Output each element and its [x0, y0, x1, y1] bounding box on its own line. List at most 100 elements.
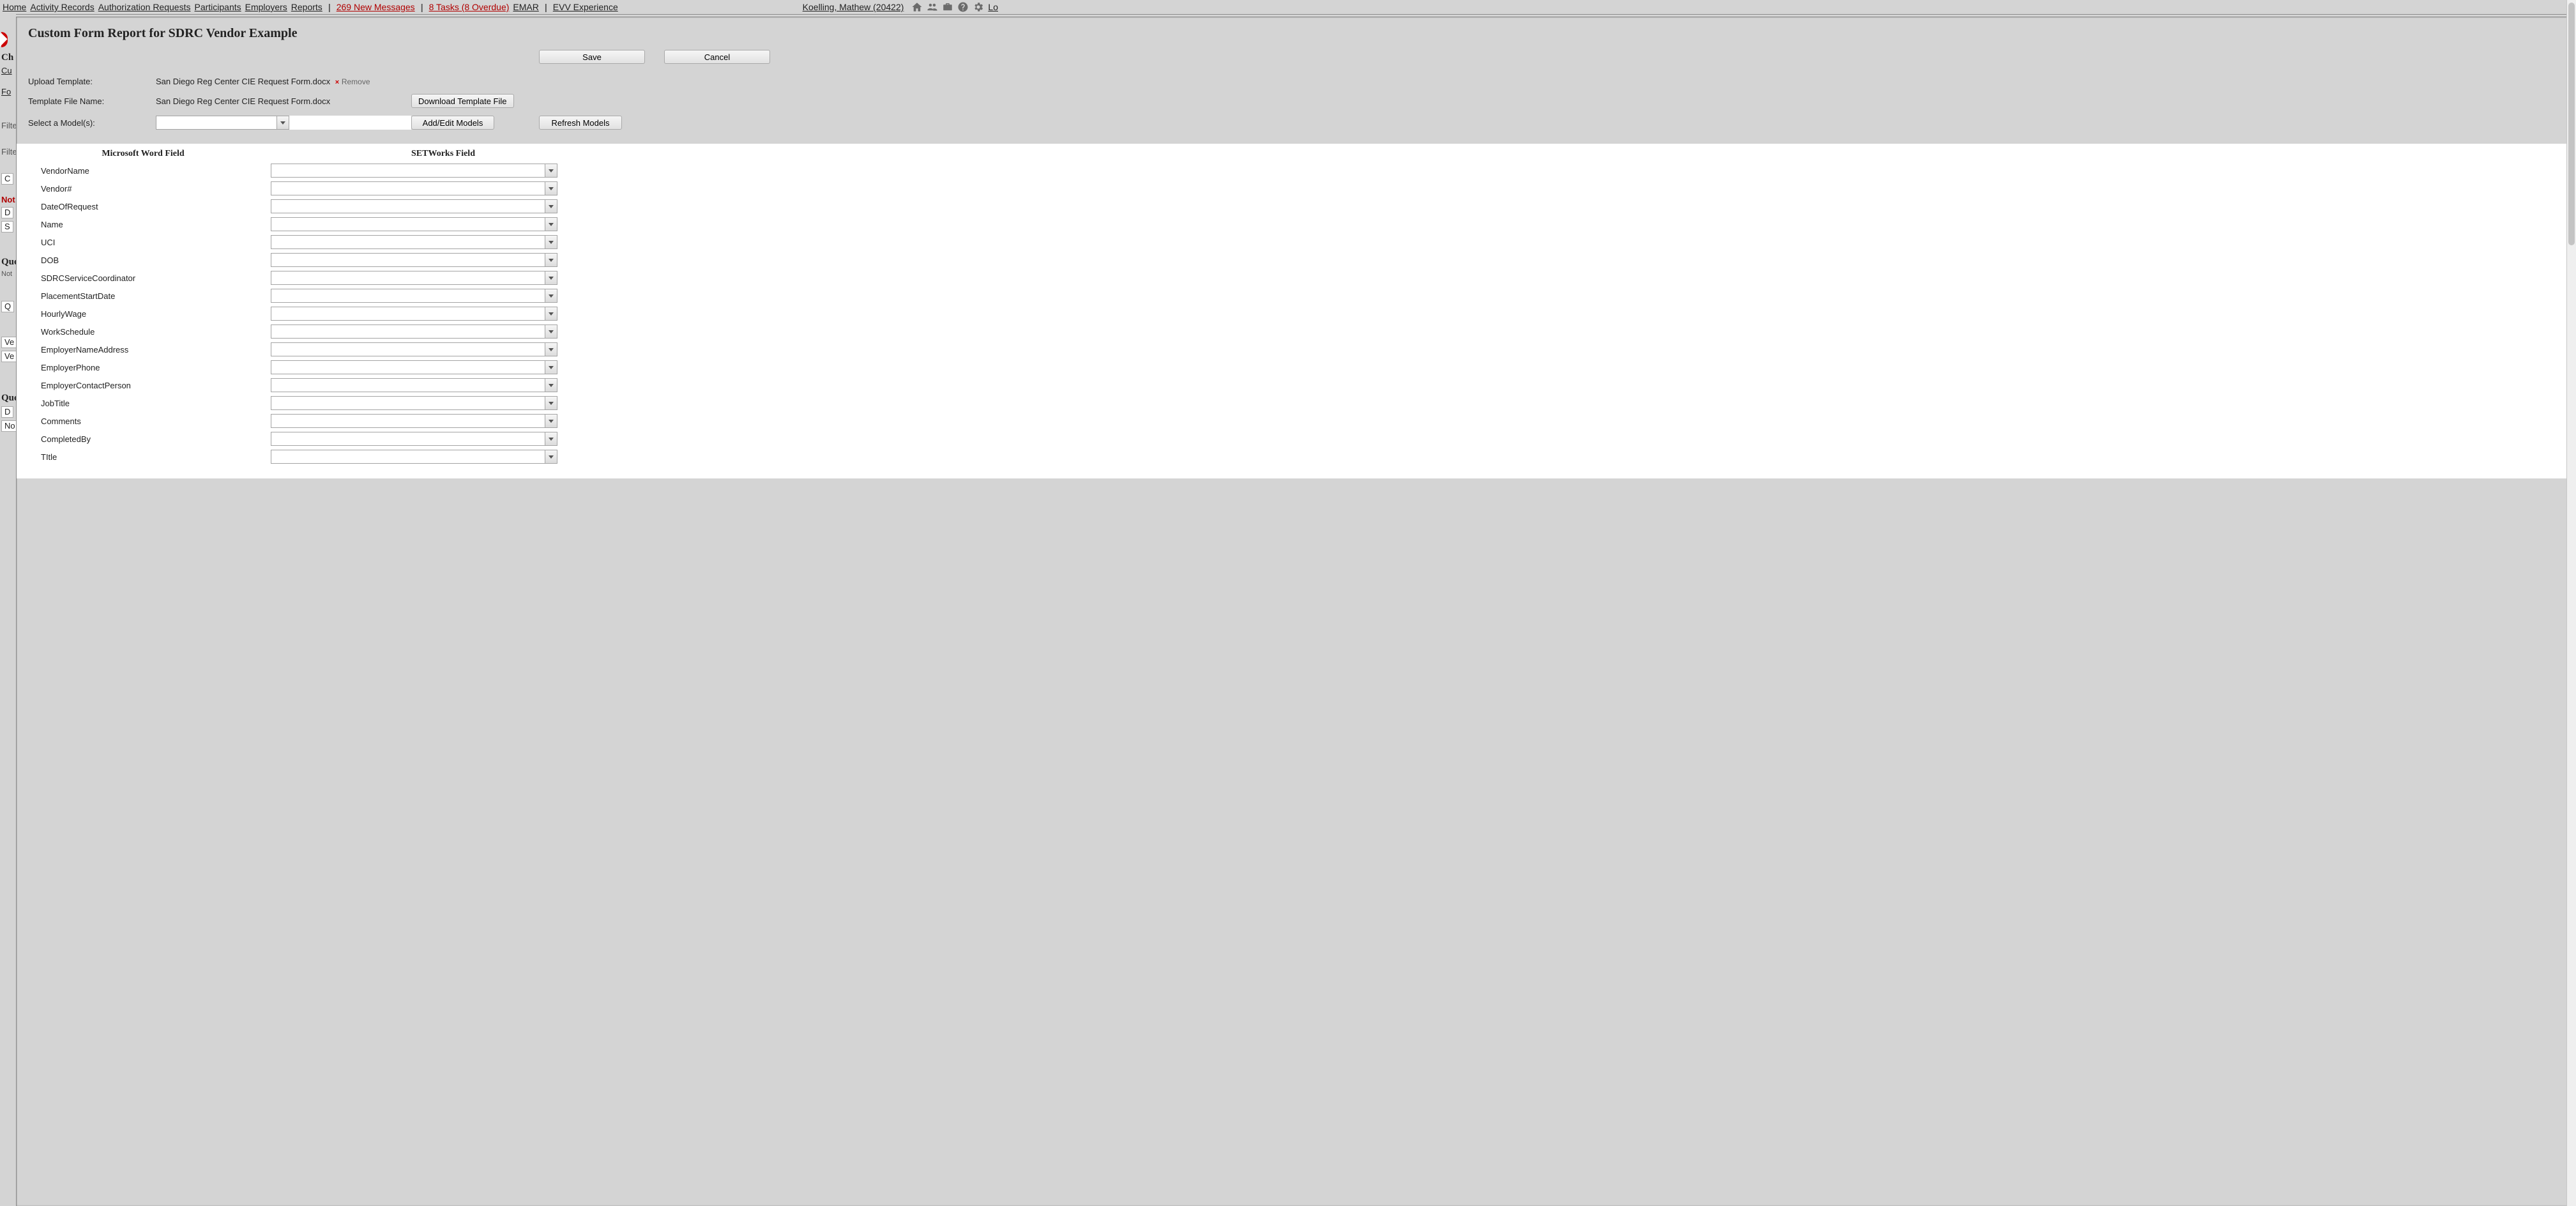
setworks-field-input[interactable]	[271, 396, 545, 410]
nav-employers[interactable]: Employers	[245, 2, 287, 12]
setworks-field-combo[interactable]	[271, 181, 557, 195]
chevron-down-icon[interactable]	[545, 181, 557, 195]
setworks-field-input[interactable]	[271, 307, 545, 321]
setworks-field-input[interactable]	[271, 235, 545, 249]
top-nav: Home Activity Records Authorization Requ…	[0, 0, 1001, 13]
chevron-down-icon[interactable]	[545, 164, 557, 178]
chevron-down-icon[interactable]	[545, 396, 557, 410]
field-mapping-row: VendorName	[28, 162, 2576, 179]
setworks-field-combo[interactable]	[271, 307, 557, 321]
add-edit-models-button[interactable]: Add/Edit Models	[411, 116, 494, 130]
setworks-field-combo[interactable]	[271, 164, 557, 178]
nav-messages[interactable]: 269 New Messages	[337, 2, 415, 12]
setworks-field-input[interactable]	[271, 432, 545, 446]
field-mapping-grid: Microsoft Word Field SETWorks Field Vend…	[17, 144, 2576, 478]
select-model-input[interactable]	[156, 116, 277, 130]
setworks-field-combo[interactable]	[271, 432, 557, 446]
setworks-field-combo[interactable]	[271, 253, 557, 267]
chevron-down-icon[interactable]	[545, 289, 557, 303]
remove-x-icon[interactable]: ×	[335, 79, 339, 86]
remove-file-link[interactable]: Remove	[342, 77, 370, 86]
template-file-name-value: San Diego Reg Center CIE Request Form.do…	[156, 96, 411, 106]
field-mapping-row: JobTitle	[28, 394, 2576, 412]
refresh-models-button[interactable]: Refresh Models	[539, 116, 622, 130]
field-mapping-row: SDRCServiceCoordinator	[28, 269, 2576, 287]
scrollbar-thumb[interactable]	[2568, 3, 2575, 245]
setworks-field-combo[interactable]	[271, 271, 557, 285]
setworks-field-combo[interactable]	[271, 217, 557, 231]
chevron-down-icon[interactable]	[545, 324, 557, 339]
scrollbar[interactable]	[2566, 0, 2576, 1206]
setworks-field-input[interactable]	[271, 217, 545, 231]
word-field-name: TItle	[41, 452, 271, 462]
upload-template-label: Upload Template:	[28, 77, 156, 86]
setworks-field-input[interactable]	[271, 289, 545, 303]
nav-participants[interactable]: Participants	[194, 2, 241, 12]
separator: |	[326, 2, 333, 12]
chevron-down-icon[interactable]	[545, 217, 557, 231]
setworks-field-input[interactable]	[271, 253, 545, 267]
setworks-field-combo[interactable]	[271, 324, 557, 339]
chevron-down-icon[interactable]	[545, 199, 557, 213]
cancel-button[interactable]: Cancel	[664, 50, 770, 64]
nav-authorization-requests[interactable]: Authorization Requests	[98, 2, 191, 12]
save-button[interactable]: Save	[539, 50, 645, 64]
setworks-field-input[interactable]	[271, 342, 545, 356]
nav-emar[interactable]: EMAR	[513, 2, 538, 12]
nav-user[interactable]: Koelling, Mathew (20422)	[803, 2, 904, 12]
nav-home[interactable]: Home	[3, 2, 26, 12]
setworks-field-input[interactable]	[271, 199, 545, 213]
chevron-down-icon[interactable]	[545, 253, 557, 267]
separator: |	[543, 2, 549, 12]
setworks-field-input[interactable]	[271, 324, 545, 339]
chevron-down-icon[interactable]	[545, 271, 557, 285]
setworks-field-combo[interactable]	[271, 396, 557, 410]
chevron-down-icon[interactable]	[545, 450, 557, 464]
chevron-down-icon[interactable]	[277, 116, 289, 130]
word-field-name: EmployerPhone	[41, 363, 271, 372]
field-mapping-row: EmployerNameAddress	[28, 340, 2576, 358]
people-icon[interactable]	[927, 1, 938, 13]
modal-title: Custom Form Report for SDRC Vendor Examp…	[28, 26, 2565, 41]
setworks-field-input[interactable]	[271, 271, 545, 285]
select-model-combo[interactable]	[156, 116, 411, 130]
nav-evv[interactable]: EVV Experience	[553, 2, 618, 12]
setworks-field-input[interactable]	[271, 450, 545, 464]
chevron-down-icon[interactable]	[545, 414, 557, 428]
nav-logout[interactable]: Lo	[988, 2, 998, 12]
setworks-field-input[interactable]	[271, 360, 545, 374]
chevron-down-icon[interactable]	[545, 342, 557, 356]
briefcase-icon[interactable]	[942, 1, 953, 13]
setworks-field-combo[interactable]	[271, 342, 557, 356]
chevron-down-icon[interactable]	[545, 235, 557, 249]
setworks-field-input[interactable]	[271, 181, 545, 195]
download-template-button[interactable]: Download Template File	[411, 94, 514, 108]
setworks-field-input[interactable]	[271, 414, 545, 428]
modal-backdrop: Custom Form Report for SDRC Vendor Examp…	[16, 14, 2576, 1206]
nav-reports[interactable]: Reports	[291, 2, 322, 12]
uploaded-file-name: San Diego Reg Center CIE Request Form.do…	[156, 77, 330, 86]
chevron-down-icon[interactable]	[545, 378, 557, 392]
setworks-field-input[interactable]	[271, 164, 545, 178]
setworks-field-combo[interactable]	[271, 360, 557, 374]
setworks-field-combo[interactable]	[271, 199, 557, 213]
field-mapping-row: EmployerPhone	[28, 358, 2576, 376]
chevron-down-icon[interactable]	[545, 307, 557, 321]
column-header-setworks-field: SETWorks Field	[296, 149, 590, 159]
setworks-field-combo[interactable]	[271, 235, 557, 249]
setworks-field-combo[interactable]	[271, 378, 557, 392]
setworks-field-combo[interactable]	[271, 414, 557, 428]
setworks-field-combo[interactable]	[271, 450, 557, 464]
nav-activity-records[interactable]: Activity Records	[30, 2, 94, 12]
chevron-down-icon[interactable]	[545, 360, 557, 374]
gear-icon[interactable]	[973, 1, 984, 13]
nav-tasks[interactable]: 8 Tasks (8 Overdue)	[429, 2, 510, 12]
help-icon[interactable]	[957, 1, 969, 13]
home-icon[interactable]	[911, 1, 923, 13]
setworks-field-input[interactable]	[271, 378, 545, 392]
bg-box: Ve	[1, 337, 17, 348]
field-mapping-row: Vendor#	[28, 179, 2576, 197]
setworks-field-combo[interactable]	[271, 289, 557, 303]
word-field-name: CompletedBy	[41, 434, 271, 444]
chevron-down-icon[interactable]	[545, 432, 557, 446]
